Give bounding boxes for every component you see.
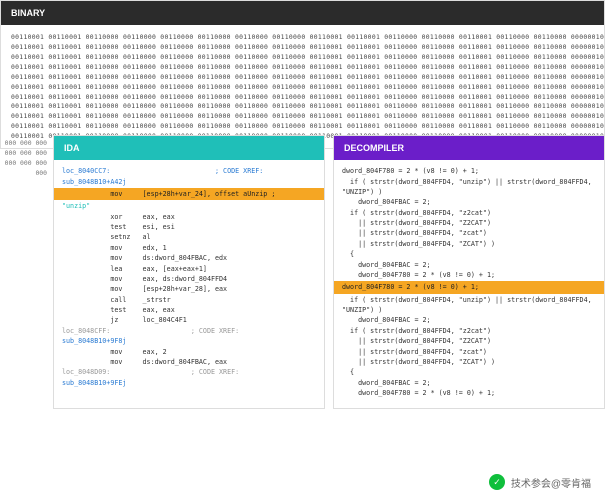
decompiler-panel: DECOMPILER dword_804F780 = 2 * (v8 != 0)… — [333, 135, 605, 409]
code-line[interactable]: || strstr(dword_804FFD4, "ZCAT") ) — [342, 239, 596, 249]
code-line[interactable]: dword_804F780 = 2 * (v8 != 0) + 1; — [342, 388, 596, 398]
code-line[interactable]: "UNZIP") ) — [342, 305, 596, 315]
lower-row: 000 000 000 000 000 000 000 000 000 000 … — [0, 135, 605, 409]
code-line[interactable]: "UNZIP") ) — [342, 187, 596, 197]
watermark: ✓ 技术参会@零肯福 — [483, 472, 597, 492]
code-line[interactable]: call _strstr — [62, 295, 316, 305]
code-line[interactable]: mov [esp+28h+var_24], offset aUnzip ; — [54, 188, 324, 200]
ida-panel: IDA loc_8040CC7: ; CODE XREF:sub_8048B10… — [53, 135, 325, 409]
wechat-icon: ✓ — [489, 474, 505, 490]
code-line[interactable]: loc_8048CFF: ; CODE XREF: — [62, 326, 316, 336]
code-line[interactable]: dword_804FBAC = 2; — [342, 378, 596, 388]
code-line[interactable]: dword_804F780 = 2 * (v8 != 0) + 1; — [342, 166, 596, 176]
code-line[interactable]: dword_804F780 = 2 * (v8 != 0) + 1; — [342, 270, 596, 280]
decompiler-code[interactable]: dword_804F780 = 2 * (v8 != 0) + 1; if ( … — [334, 160, 604, 408]
code-line[interactable]: sub_8048B10+A42j — [62, 177, 316, 187]
code-line[interactable]: { — [342, 367, 596, 377]
code-line[interactable]: test esi, esi — [62, 222, 316, 232]
code-line[interactable]: jz loc_804C4F1 — [62, 315, 316, 325]
code-line[interactable]: sub_8048B10+9FEj — [62, 378, 316, 388]
code-line[interactable]: "unzip" — [62, 201, 316, 211]
code-line[interactable]: sub_8048B10+9F8j — [62, 336, 316, 346]
code-line[interactable]: dword_804FBAC = 2; — [342, 197, 596, 207]
code-line[interactable]: loc_8040CC7: ; CODE XREF: — [62, 166, 316, 176]
code-line[interactable]: dword_804FBAC = 2; — [342, 260, 596, 270]
code-line[interactable]: || strstr(dword_804FFD4, "Z2CAT") — [342, 336, 596, 346]
binary-gutter: 000 000 000 000 000 000 000 000 000 000 — [0, 135, 47, 409]
main-window: BINARY 00110001 00110001 00110000 001100… — [0, 0, 605, 409]
code-line[interactable]: if ( strstr(dword_804FFD4, "unzip") || s… — [342, 295, 596, 305]
code-line[interactable]: || strstr(dword_804FFD4, "ZCAT") ) — [342, 357, 596, 367]
code-line[interactable]: { — [342, 249, 596, 259]
code-line[interactable]: dword_804F780 = 2 * (v8 != 0) + 1; — [334, 281, 604, 293]
binary-panel: BINARY 00110001 00110001 00110000 001100… — [0, 0, 605, 149]
code-line[interactable]: mov eax, ds:dword_804FFD4 — [62, 274, 316, 284]
ida-header: IDA — [54, 136, 324, 160]
code-line[interactable]: mov eax, 2 — [62, 347, 316, 357]
code-line[interactable]: setnz al — [62, 232, 316, 242]
code-line[interactable]: if ( strstr(dword_804FFD4, "z2cat") — [342, 326, 596, 336]
code-line[interactable]: dword_804FBAC = 2; — [342, 315, 596, 325]
code-line[interactable]: mov ds:dword_804FBAC, eax — [62, 357, 316, 367]
code-line[interactable]: test eax, eax — [62, 305, 316, 315]
binary-header: BINARY — [1, 1, 604, 25]
ida-code[interactable]: loc_8040CC7: ; CODE XREF:sub_8048B10+A42… — [54, 160, 324, 398]
decompiler-header: DECOMPILER — [334, 136, 604, 160]
code-line[interactable]: if ( strstr(dword_804FFD4, "z2cat") — [342, 208, 596, 218]
code-line[interactable]: || strstr(dword_804FFD4, "zcat") — [342, 347, 596, 357]
code-line[interactable]: loc_8048D09: ; CODE XREF: — [62, 367, 316, 377]
code-line[interactable]: mov [esp+28h+var_28], eax — [62, 284, 316, 294]
code-line[interactable]: if ( strstr(dword_804FFD4, "unzip") || s… — [342, 177, 596, 187]
code-line[interactable]: xor eax, eax — [62, 212, 316, 222]
code-line[interactable]: || strstr(dword_804FFD4, "zcat") — [342, 228, 596, 238]
watermark-label: 技术参会@零肯福 — [511, 475, 591, 490]
code-line[interactable]: || strstr(dword_804FFD4, "Z2CAT") — [342, 218, 596, 228]
code-line[interactable]: mov edx, 1 — [62, 243, 316, 253]
code-line[interactable]: mov ds:dword_804FBAC, edx — [62, 253, 316, 263]
code-line[interactable]: lea eax, [eax+eax+1] — [62, 264, 316, 274]
binary-body: 00110001 00110001 00110000 00110000 0011… — [1, 25, 604, 148]
